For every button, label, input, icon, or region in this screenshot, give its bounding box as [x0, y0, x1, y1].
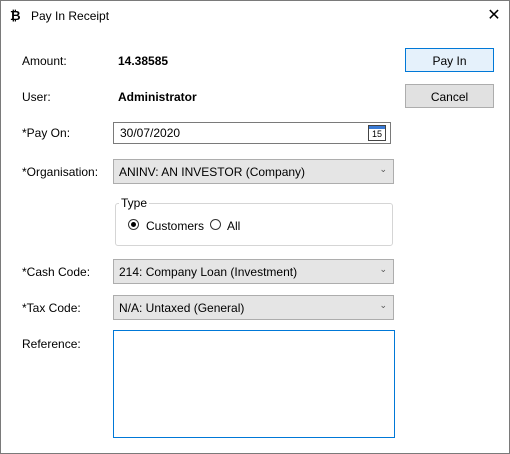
chevron-down-icon: ⌄	[379, 300, 387, 310]
chevron-down-icon: ⌄	[379, 164, 387, 174]
app-icon: ₿	[10, 8, 21, 23]
chevron-down-icon: ⌄	[379, 264, 387, 274]
all-radio-label[interactable]: All	[227, 219, 240, 233]
pay-in-button[interactable]: Pay In	[405, 48, 494, 72]
reference-textarea[interactable]	[113, 330, 395, 438]
organisation-select[interactable]: ANINV: AN INVESTOR (Company) ⌄	[113, 159, 394, 184]
pay-on-label: *Pay On:	[22, 126, 71, 140]
user-value: Administrator	[118, 90, 197, 104]
cancel-button[interactable]: Cancel	[405, 84, 494, 108]
pay-on-date-value: 30/07/2020	[120, 126, 181, 140]
pay-in-receipt-dialog: ₿ Pay In Receipt ✕ Amount: 14.38585 User…	[0, 0, 510, 454]
tax-code-label: *Tax Code:	[22, 301, 81, 315]
calendar-day: 15	[371, 129, 382, 139]
pay-on-date-field[interactable]: 30/07/2020 15	[113, 122, 391, 144]
window-title: Pay In Receipt	[31, 9, 110, 23]
title-bar: ₿ Pay In Receipt ✕	[1, 1, 509, 31]
tax-code-value: N/A: Untaxed (General)	[119, 301, 245, 315]
organisation-value: ANINV: AN INVESTOR (Company)	[119, 165, 306, 179]
type-group-title: Type	[119, 196, 150, 210]
close-icon[interactable]: ✕	[479, 1, 509, 31]
all-radio[interactable]	[210, 219, 221, 230]
tax-code-select[interactable]: N/A: Untaxed (General) ⌄	[113, 295, 394, 320]
customers-radio[interactable]	[128, 219, 139, 230]
amount-value: 14.38585	[118, 54, 169, 68]
cash-code-value: 214: Company Loan (Investment)	[119, 265, 298, 279]
cash-code-label: *Cash Code:	[22, 265, 91, 279]
organisation-label: *Organisation:	[22, 165, 99, 179]
customers-radio-label[interactable]: Customers	[146, 219, 204, 233]
calendar-icon[interactable]: 15	[368, 125, 386, 141]
amount-label: Amount:	[22, 54, 67, 68]
cash-code-select[interactable]: 214: Company Loan (Investment) ⌄	[113, 259, 394, 284]
user-label: User:	[22, 90, 51, 104]
reference-label: Reference:	[22, 337, 81, 351]
